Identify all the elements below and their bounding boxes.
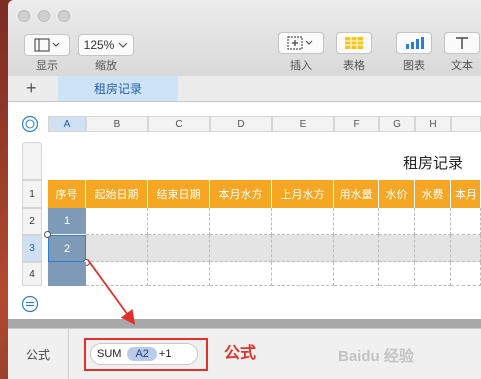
annotation-arrow: [87, 259, 136, 325]
numbers-window: 显示 125% 缩放 插入 表格 图表 文本 + 租房记录 A B C D E …: [8, 0, 481, 379]
